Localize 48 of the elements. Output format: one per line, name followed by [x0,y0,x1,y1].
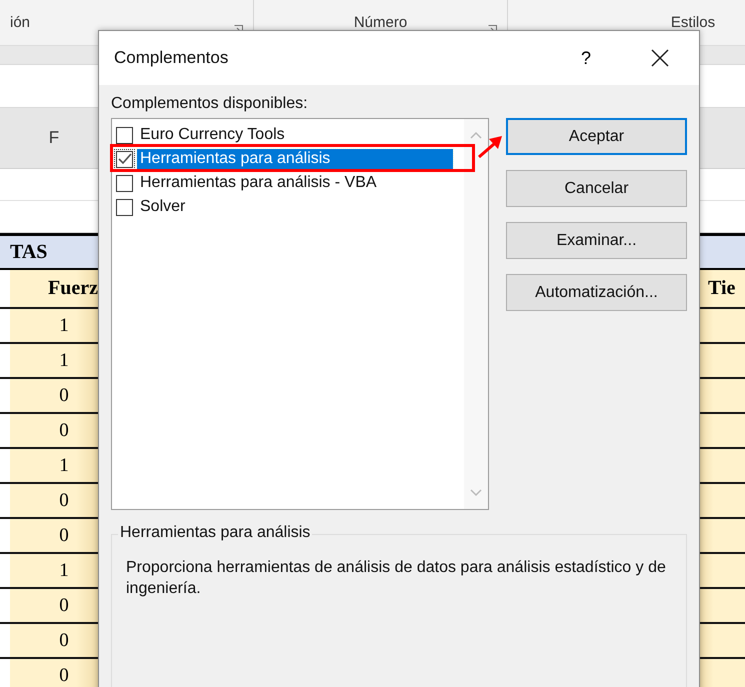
dialog-button[interactable]: Examinar... [506,222,687,259]
checkbox[interactable] [116,174,133,192]
table-cell [700,309,745,342]
close-icon[interactable] [651,49,669,67]
annotation-arrow [477,135,503,159]
list-item[interactable]: Herramientas para análisis [137,149,453,169]
table-cell: 0 [10,379,98,412]
list-item[interactable]: Herramientas para análisis - VBA [137,173,380,193]
list-item[interactable]: Solver [137,197,188,217]
table-cell: 0 [10,589,98,622]
table-cell: 0 [10,659,98,687]
table-cell [700,484,745,517]
table-cell [700,659,745,687]
help-button[interactable]: ? [580,48,591,68]
list-item[interactable]: Euro Currency Tools [137,125,288,145]
sheet-title: TAS [9,240,48,264]
column-header[interactable]: F [0,128,98,148]
table-cell [700,519,745,552]
window-title: Complementos [114,48,230,68]
description-text: Proporciona herramientas de análisis de datos para análisis estadístico y de ingeniería. [126,558,667,599]
table-header: Fuerz [10,270,98,307]
checkbox[interactable] [116,126,133,144]
group-title: Herramientas para análisis [118,524,312,542]
table-header: Tie [700,270,745,307]
ribbon-group-label: Número [354,14,408,31]
table-cell: 1 [10,554,98,587]
dialog-button[interactable]: Aceptar [506,118,687,155]
table-cell: 0 [10,519,98,552]
table-cell [700,379,745,412]
table-cell [700,554,745,587]
checkbox[interactable] [116,150,133,168]
list-label: Complementos disponibles: [111,95,309,113]
table-cell: 1 [10,344,98,377]
table-cell [700,414,745,447]
table-cell: 0 [10,624,98,657]
ribbon-group-label: Estilos [670,14,716,31]
table-cell: 1 [10,449,98,482]
checkbox[interactable] [116,198,133,216]
table-cell: 0 [10,414,98,447]
table-cell: 1 [10,309,98,342]
table-cell: 0 [10,484,98,517]
dialog-button[interactable]: Cancelar [506,170,687,207]
table-cell [700,624,745,657]
table-cell [700,344,745,377]
table-cell [700,449,745,482]
dialog-button[interactable]: Automatización... [506,274,687,311]
table-cell [700,589,745,622]
ribbon-group-label: ión [10,14,30,31]
